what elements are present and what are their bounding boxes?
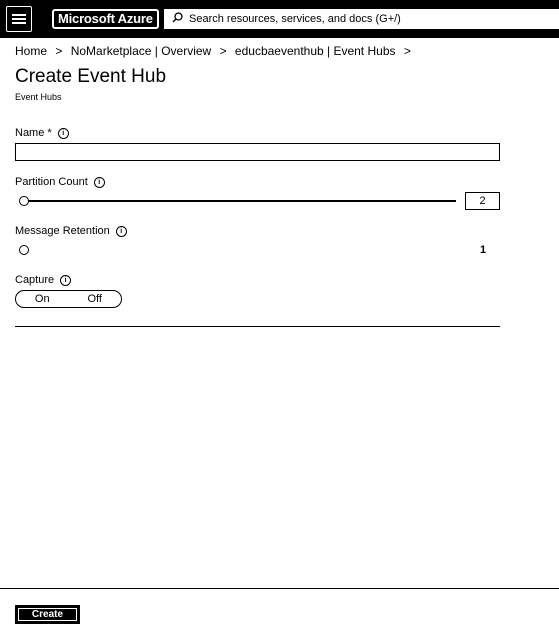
capture-off-option[interactable]: Off — [69, 291, 122, 307]
info-icon[interactable]: i — [93, 176, 105, 188]
name-label-row: Name * i — [15, 127, 69, 139]
breadcrumb-separator: > — [219, 44, 227, 58]
capture-label: Capture — [15, 274, 55, 286]
breadcrumb-home[interactable]: Home — [15, 44, 47, 58]
info-icon[interactable]: i — [60, 274, 72, 286]
top-bar: Microsoft Azure Search resources, servic… — [0, 0, 559, 38]
search-icon — [172, 12, 183, 26]
brand-logo[interactable]: Microsoft Azure — [52, 9, 159, 29]
message-retention-label: Message Retention — [15, 225, 110, 237]
partition-count-label-row: Partition Count i — [15, 176, 105, 188]
global-search-input[interactable]: Search resources, services, and docs (G+… — [162, 7, 559, 31]
message-retention-slider-thumb[interactable] — [19, 245, 29, 255]
page-title: Create Event Hub — [15, 66, 167, 87]
capture-on-option[interactable]: On — [16, 291, 69, 307]
breadcrumb-event-hubs[interactable]: educbaeventhub | Event Hubs — [235, 44, 396, 58]
page-subtitle: Event Hubs — [15, 92, 62, 102]
partition-count-value[interactable]: 2 — [465, 192, 500, 210]
info-icon[interactable]: i — [115, 225, 127, 237]
section-divider — [15, 326, 500, 327]
breadcrumb-separator: > — [55, 44, 63, 58]
partition-count-label: Partition Count — [15, 176, 88, 188]
breadcrumb-overview[interactable]: NoMarketplace | Overview — [71, 44, 212, 58]
partition-count-slider-thumb[interactable] — [19, 196, 29, 206]
hamburger-lines — [12, 14, 26, 24]
search-placeholder: Search resources, services, and docs (G+… — [189, 13, 401, 25]
message-retention-value: 1 — [480, 244, 487, 256]
capture-label-row: Capture i — [15, 274, 72, 286]
name-label: Name * — [15, 127, 52, 139]
hamburger-menu-icon[interactable] — [6, 6, 32, 32]
message-retention-label-row: Message Retention i — [15, 225, 127, 237]
breadcrumb-separator: > — [403, 44, 411, 58]
partition-count-slider-track[interactable] — [24, 200, 456, 202]
name-field[interactable] — [15, 143, 500, 161]
breadcrumb: Home > NoMarketplace | Overview > educba… — [15, 44, 416, 58]
capture-toggle[interactable]: On Off — [15, 290, 122, 308]
info-icon[interactable]: i — [57, 127, 69, 139]
footer-divider — [0, 588, 559, 589]
create-button[interactable]: Create — [15, 605, 80, 624]
